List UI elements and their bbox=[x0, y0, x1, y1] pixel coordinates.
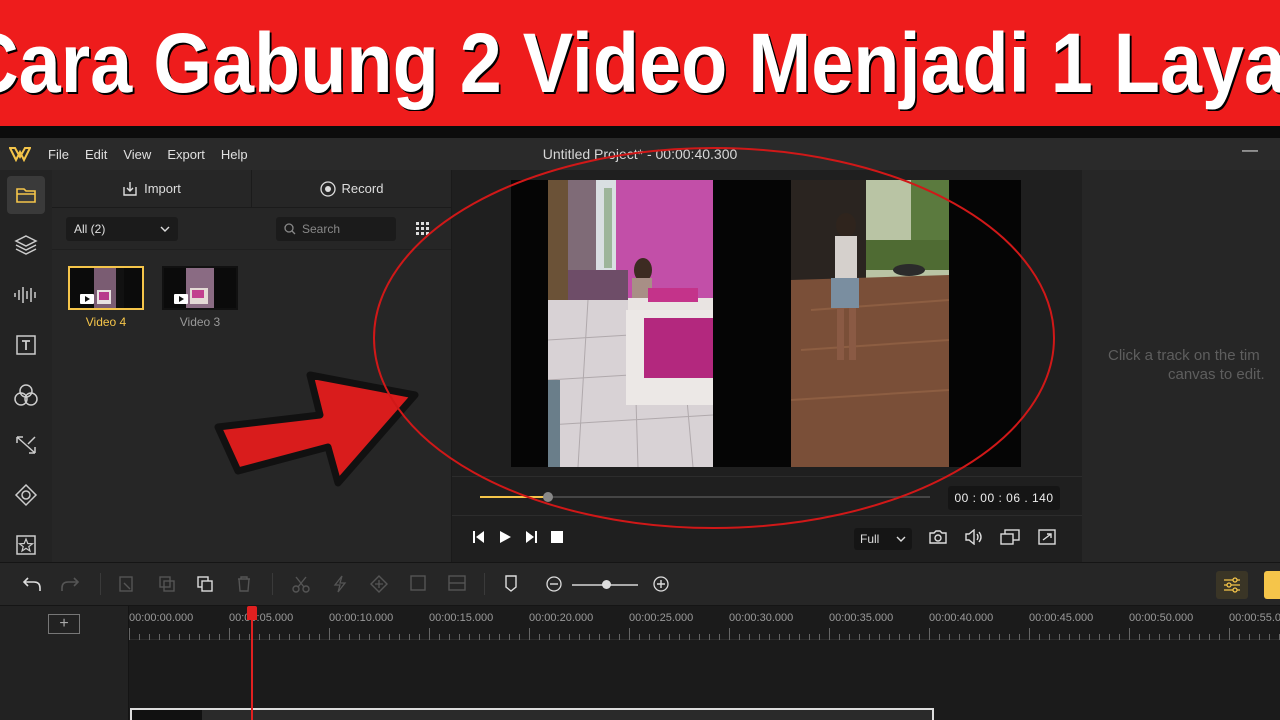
media-filter-dropdown[interactable]: All (2) bbox=[66, 216, 178, 241]
title-banner: Cara Gabung 2 Video Menjadi 1 Layar bbox=[0, 0, 1280, 126]
add-track-button[interactable]: + bbox=[48, 614, 80, 634]
filter-icon[interactable] bbox=[7, 476, 45, 514]
properties-panel: Click a track on the tim canvas to edit. bbox=[1082, 170, 1280, 562]
timeline-zoom-handle[interactable] bbox=[602, 580, 611, 589]
ruler-label: 00:00:10.000 bbox=[329, 612, 394, 624]
banner-divider bbox=[0, 126, 1280, 138]
media-clip-video-3[interactable]: Video 3 bbox=[162, 266, 238, 329]
export-button[interactable] bbox=[1264, 571, 1280, 599]
sliders-icon bbox=[1224, 577, 1240, 593]
record-icon bbox=[319, 180, 336, 197]
app-logo-icon bbox=[0, 138, 40, 170]
delete-gap-icon[interactable] bbox=[118, 575, 136, 593]
hint-line-1: Click a track on the tim bbox=[1108, 347, 1260, 364]
track-header: + bbox=[0, 606, 129, 720]
search-icon bbox=[284, 222, 296, 234]
menu-edit[interactable]: Edit bbox=[77, 147, 115, 162]
video-badge-icon bbox=[80, 294, 94, 304]
playhead-handle[interactable] bbox=[247, 606, 257, 620]
import-button[interactable]: Import bbox=[52, 170, 251, 207]
undo-icon[interactable] bbox=[22, 575, 42, 593]
settings-sliders-button[interactable] bbox=[1216, 571, 1248, 599]
banner-title: Cara Gabung 2 Video Menjadi 1 Layar bbox=[0, 15, 1280, 110]
timeline: + 00:00:00.000 00:00:05.000 00:00:10.000 00… bbox=[0, 606, 1280, 720]
filter-value: All (2) bbox=[74, 221, 106, 236]
timeline-clip-thumbnail bbox=[132, 710, 202, 720]
zoom-out-icon[interactable] bbox=[545, 575, 563, 593]
audio-wave-icon[interactable] bbox=[7, 276, 45, 314]
minimize-button[interactable]: — bbox=[1242, 142, 1258, 160]
ruler-label: 00:00:45.000 bbox=[1029, 612, 1094, 624]
keyframe-icon[interactable] bbox=[370, 575, 388, 593]
toolbar-separator bbox=[100, 573, 101, 595]
ruler-label: 00:00:25.000 bbox=[629, 612, 694, 624]
ruler-ticks bbox=[129, 628, 1280, 640]
effects-icon[interactable] bbox=[7, 376, 45, 414]
ruler-label: 00:00:55.0 bbox=[1229, 612, 1280, 624]
hint-line-2: canvas to edit. bbox=[1168, 366, 1265, 383]
ruler-label: 00:00:05.000 bbox=[229, 612, 294, 624]
split-screen-icon[interactable] bbox=[448, 575, 466, 591]
properties-hint: Click a track on the tim canvas to edit. bbox=[1108, 346, 1280, 384]
video-badge-icon bbox=[174, 294, 188, 304]
scissors-icon[interactable] bbox=[292, 575, 310, 593]
zoom-in-icon[interactable] bbox=[652, 575, 670, 593]
left-sidebar bbox=[0, 170, 52, 562]
red-ellipse-annotation bbox=[373, 147, 1055, 529]
copy-icon[interactable] bbox=[158, 575, 176, 593]
clip-thumbnail bbox=[162, 266, 238, 310]
clip-label: Video 4 bbox=[85, 315, 127, 329]
menu-export[interactable]: Export bbox=[159, 147, 213, 162]
toolbar-separator bbox=[272, 573, 273, 595]
playhead[interactable] bbox=[251, 606, 253, 720]
menu-file[interactable]: File bbox=[40, 147, 77, 162]
ruler-label: 00:00:30.000 bbox=[729, 612, 794, 624]
text-icon[interactable] bbox=[7, 326, 45, 364]
redo-icon[interactable] bbox=[60, 575, 80, 593]
ruler-label: 00:00:35.000 bbox=[829, 612, 894, 624]
marker-icon[interactable] bbox=[504, 575, 518, 593]
ruler-label: 00:00:00.000 bbox=[129, 612, 194, 624]
time-ruler[interactable]: 00:00:00.000 00:00:05.000 00:00:10.000 00:0… bbox=[129, 606, 1280, 640]
folder-icon[interactable] bbox=[7, 176, 45, 214]
crop-icon[interactable] bbox=[410, 575, 426, 591]
chevron-down-icon bbox=[160, 226, 170, 232]
timeline-toolbar bbox=[0, 562, 1280, 606]
clip-label: Video 3 bbox=[179, 315, 221, 329]
ruler-label: 00:00:40.000 bbox=[929, 612, 994, 624]
trash-icon[interactable] bbox=[236, 575, 252, 593]
toolbar-separator bbox=[484, 573, 485, 595]
ruler-label: 00:00:20.000 bbox=[529, 612, 594, 624]
menu-help[interactable]: Help bbox=[213, 147, 256, 162]
search-placeholder: Search bbox=[302, 221, 341, 236]
ruler-label: 00:00:50.000 bbox=[1129, 612, 1194, 624]
speed-icon[interactable] bbox=[332, 575, 348, 593]
import-icon bbox=[123, 181, 137, 196]
sticker-icon[interactable] bbox=[7, 526, 45, 564]
duplicate-icon[interactable] bbox=[196, 575, 214, 593]
clip-thumbnail bbox=[68, 266, 144, 310]
ruler-label: 00:00:15.000 bbox=[429, 612, 494, 624]
transition-icon[interactable] bbox=[7, 426, 45, 464]
import-label: Import bbox=[144, 181, 181, 196]
layers-icon[interactable] bbox=[7, 226, 45, 264]
media-clip-video-4[interactable]: Video 4 bbox=[68, 266, 144, 329]
menu-view[interactable]: View bbox=[115, 147, 159, 162]
